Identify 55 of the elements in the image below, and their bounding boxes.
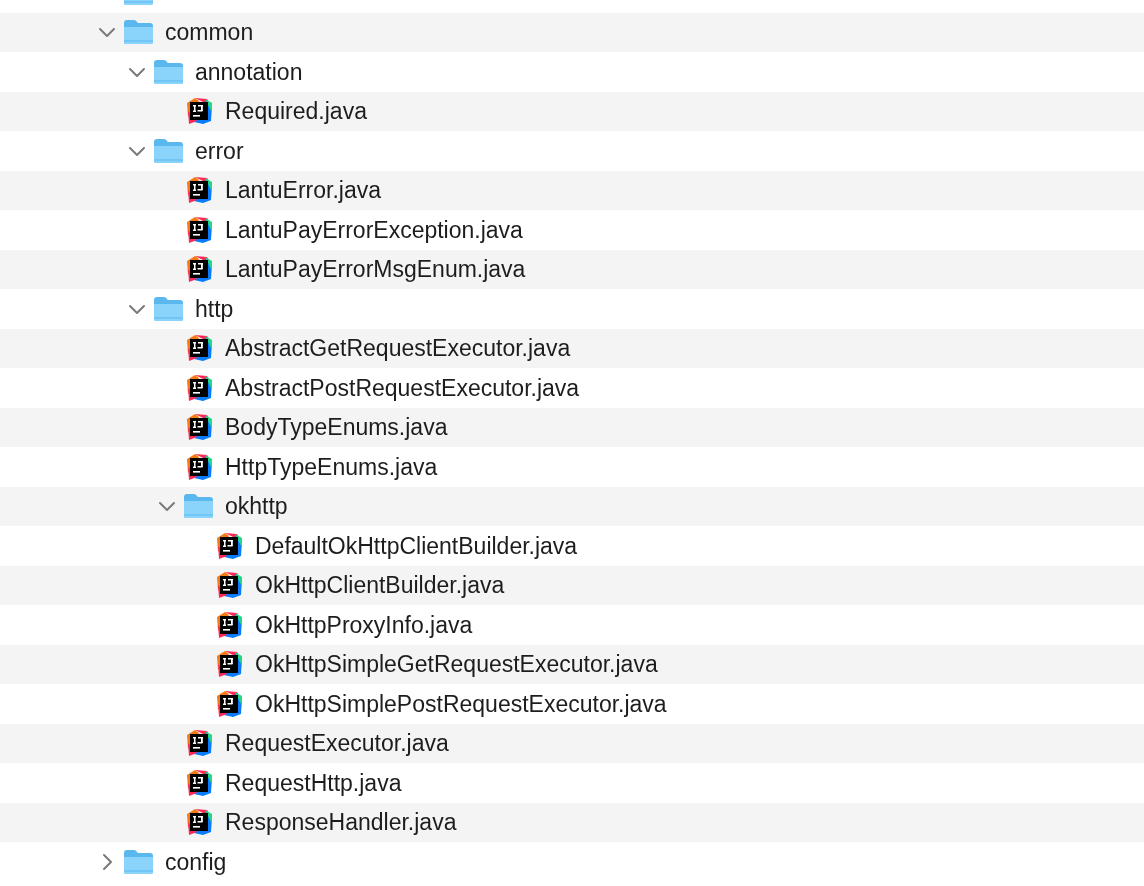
folder-name: okhttp — [225, 492, 288, 521]
file-name: RequestExecutor.java — [225, 729, 449, 758]
intellij-file-icon — [185, 97, 213, 126]
intellij-file-icon — [185, 176, 213, 205]
folder-icon — [153, 137, 184, 164]
intellij-file-icon — [185, 808, 213, 837]
intellij-file-icon — [215, 610, 243, 639]
file-name: OkHttpProxyInfo.java — [255, 610, 473, 640]
folder-name: annotation — [195, 57, 303, 87]
intellij-file-icon — [215, 571, 243, 600]
file-name: BodyTypeEnums.java — [225, 413, 448, 442]
file-row[interactable]: RequestExecutor.java — [0, 723, 1144, 763]
intellij-file-icon — [185, 334, 213, 363]
file-row[interactable]: BodyTypeEnums.java — [0, 407, 1144, 447]
file-name: ResponseHandler.java — [225, 808, 457, 837]
file-name: AbstractPostRequestExecutor.java — [225, 373, 580, 403]
file-row[interactable]: ResponseHandler.java — [0, 802, 1144, 842]
intellij-file-icon — [185, 215, 213, 244]
intellij-file-icon — [185, 729, 213, 758]
folder-name: common — [165, 18, 254, 47]
file-row[interactable]: AbstractGetRequestExecutor.java — [0, 328, 1144, 368]
intellij-file-icon — [215, 689, 243, 718]
intellij-file-icon — [185, 373, 213, 402]
file-row[interactable]: LantuError.java — [0, 170, 1144, 210]
folder-row[interactable]: okhttp — [0, 486, 1144, 526]
file-row[interactable]: LantuPayErrorMsgEnum.java — [0, 249, 1144, 289]
folder-name: http — [195, 294, 234, 324]
file-name: Required.java — [225, 97, 367, 126]
intellij-file-icon — [185, 413, 213, 442]
file-name: AbstractGetRequestExecutor.java — [225, 334, 571, 363]
file-name: OkHttpClientBuilder.java — [255, 571, 505, 600]
folder-row[interactable]: common — [0, 12, 1144, 52]
folder-name: error — [195, 136, 244, 166]
intellij-file-icon — [185, 255, 213, 284]
intellij-file-icon — [215, 650, 243, 679]
file-row[interactable]: Required.java — [0, 91, 1144, 131]
file-name: DefaultOkHttpClientBuilder.java — [255, 531, 578, 561]
folder-icon — [153, 58, 184, 85]
folder-icon — [123, 848, 154, 875]
file-row[interactable]: OkHttpClientBuilder.java — [0, 565, 1144, 605]
file-row[interactable]: OkHttpSimpleGetRequestExecutor.java — [0, 644, 1144, 684]
intellij-file-icon — [185, 768, 213, 797]
file-name: HttpTypeEnums.java — [225, 452, 438, 482]
intellij-file-icon — [185, 452, 213, 481]
file-name: OkHttpSimpleGetRequestExecutor.java — [255, 650, 658, 679]
folder-icon — [183, 493, 214, 520]
folder-icon — [123, 19, 154, 46]
file-name: RequestHttp.java — [225, 768, 402, 798]
file-name: OkHttpSimplePostRequestExecutor.java — [255, 689, 667, 719]
file-name: LantuPayErrorMsgEnum.java — [225, 255, 526, 284]
folder-name: config — [165, 847, 227, 877]
file-name: LantuError.java — [225, 176, 381, 205]
intellij-file-icon — [215, 531, 243, 560]
file-name: LantuPayErrorException.java — [225, 215, 523, 245]
folder-icon — [153, 295, 184, 322]
